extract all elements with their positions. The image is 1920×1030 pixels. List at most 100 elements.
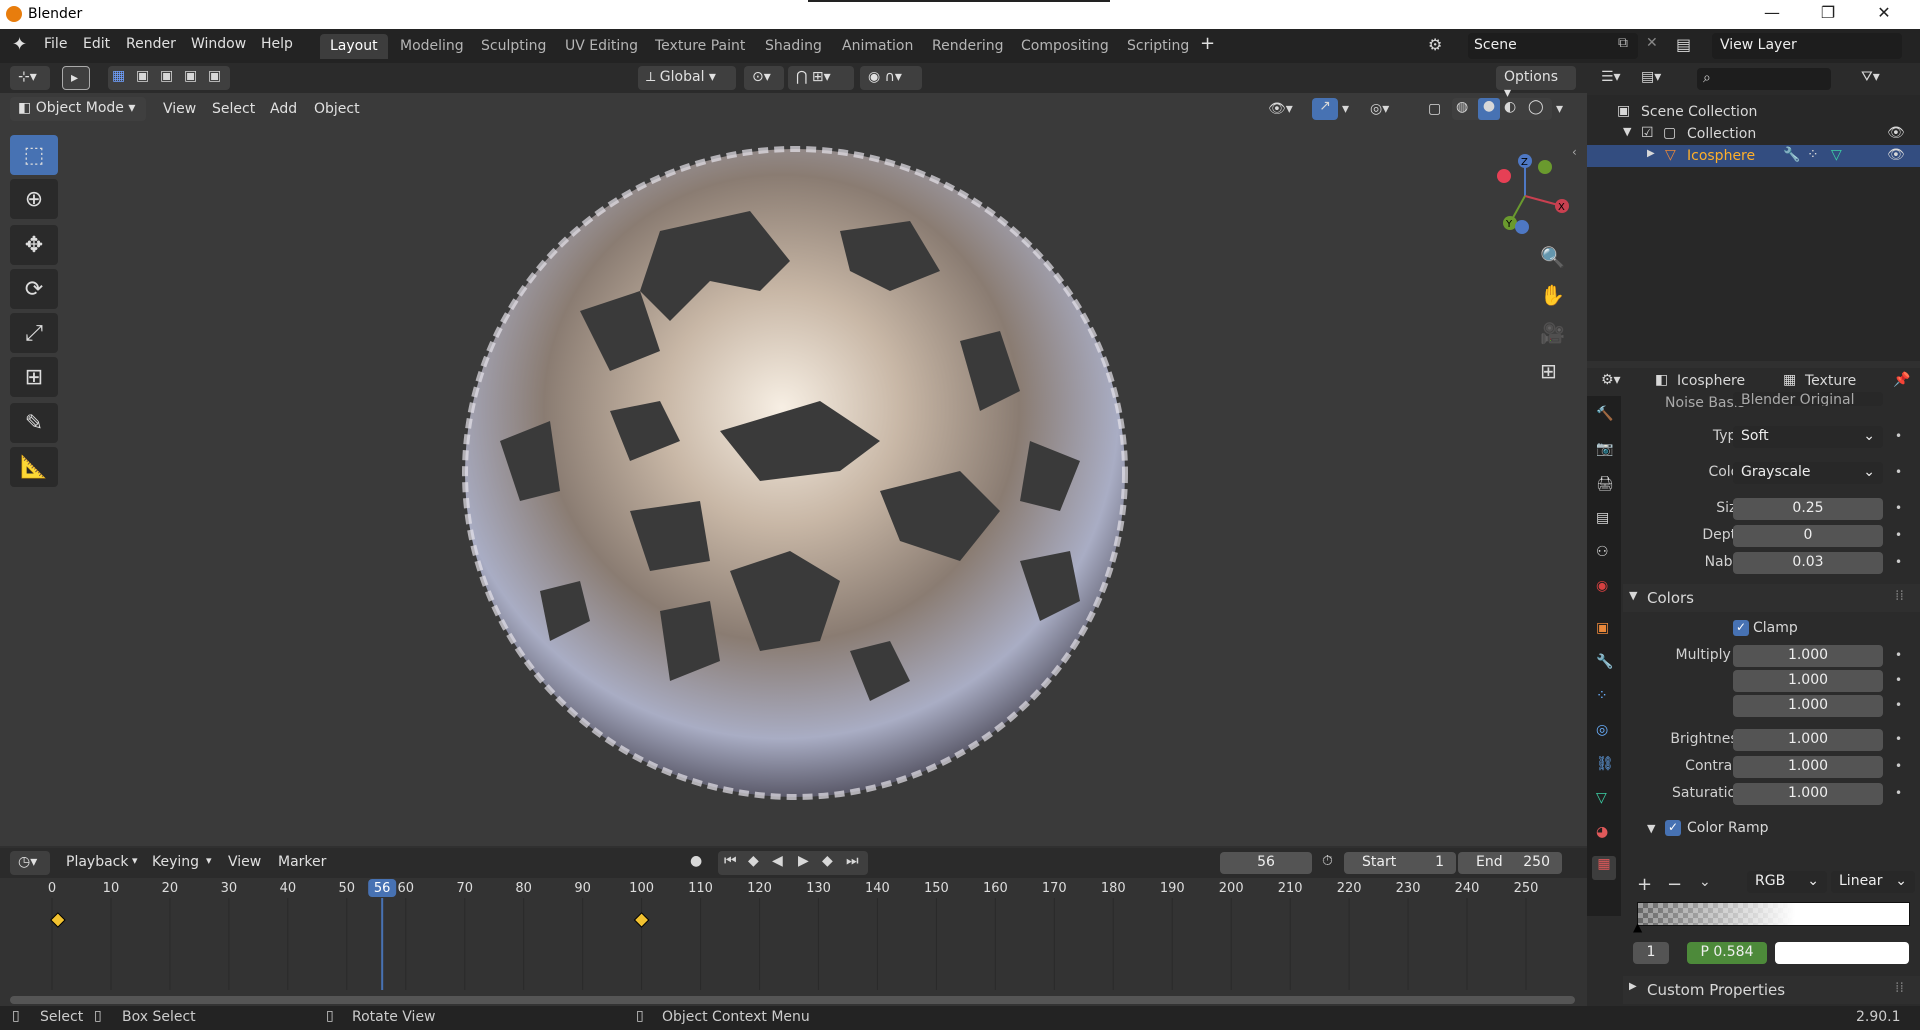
ramp-menu-icon[interactable]: ⌄ — [1699, 874, 1711, 890]
annotate-tool-icon[interactable]: ✎ — [10, 403, 58, 443]
ramp-stop-color-swatch[interactable] — [1775, 942, 1909, 964]
solid-shading-icon[interactable]: ● — [1478, 98, 1500, 120]
physics-tab-icon[interactable]: ◎ — [1596, 722, 1608, 738]
texture-tab-icon[interactable]: ▦ — [1592, 856, 1616, 880]
cursor-tool-icon[interactable]: ⊕ — [10, 179, 58, 219]
pin-icon[interactable]: 📌 — [1893, 372, 1910, 388]
copy-scene-icon[interactable]: ⧉ — [1618, 35, 1628, 51]
play-reverse-icon[interactable]: ◀ — [772, 853, 783, 869]
mode-intersect-icon[interactable]: ▣ — [208, 68, 221, 84]
size-field[interactable]: 0.25 — [1733, 498, 1883, 520]
ramp-add-icon[interactable]: + — [1637, 874, 1652, 895]
multiply-b-field[interactable]: 1.000 — [1733, 695, 1883, 717]
mode-new-icon[interactable]: ▦ — [112, 68, 125, 84]
jump-start-icon[interactable]: ⏮ — [724, 853, 737, 869]
render-tab-icon[interactable]: 📷 — [1596, 441, 1613, 457]
multiply-g-keyframe-dot[interactable]: • — [1895, 673, 1902, 687]
proportional-edit-icon[interactable]: ◉ ∩▾ — [860, 66, 922, 90]
menu-file[interactable]: File — [44, 36, 67, 52]
camera-view-icon[interactable]: 🎥 — [1540, 321, 1565, 345]
saturation-field[interactable]: 1.000 — [1733, 783, 1883, 805]
timeline-menu-playback[interactable]: Playback — [66, 854, 128, 870]
tab-texture-paint[interactable]: Texture Paint — [645, 34, 755, 59]
collection-visibility-icon[interactable]: 👁 — [1887, 125, 1905, 141]
multiply-g-field[interactable]: 1.000 — [1733, 670, 1883, 692]
icosphere-object[interactable] — [460, 141, 1140, 811]
tab-layout[interactable]: Layout — [320, 34, 388, 59]
editor-type-icon[interactable]: ⊹▾ — [10, 66, 50, 90]
depth-keyframe-dot[interactable]: • — [1895, 528, 1902, 542]
tab-scripting[interactable]: Scripting — [1117, 34, 1199, 59]
outliner-editor-icon[interactable]: ☰▾ — [1601, 69, 1621, 85]
ramp-stop-0-handle[interactable]: ▲ — [1633, 920, 1642, 934]
output-tab-icon[interactable]: 🖨 — [1596, 476, 1614, 492]
navigation-gizmo[interactable]: Z X Y — [1470, 151, 1580, 241]
collection-expand-icon[interactable]: ▼ — [1623, 125, 1631, 138]
clamp-checkbox[interactable]: ✓ Clamp — [1733, 620, 1883, 640]
color-dropdown[interactable]: Grayscale ⌄ — [1733, 462, 1883, 484]
snap-icon[interactable]: ⋂ ⊞▾ — [788, 66, 854, 90]
tab-sculpting[interactable]: Sculpting — [471, 34, 556, 59]
xray-icon[interactable]: ▢ — [1428, 101, 1441, 117]
outliner-row-icosphere[interactable]: ▶ ▽ Icosphere 🔧 ⁘ ▽ 👁 — [1587, 145, 1920, 167]
scale-tool-icon[interactable]: ⤢ — [10, 313, 58, 353]
contrast-keyframe-dot[interactable]: • — [1895, 759, 1902, 773]
depth-field[interactable]: 0 — [1733, 525, 1883, 547]
properties-editor-icon[interactable]: ⚙▾ — [1601, 372, 1621, 388]
mesh-data-icon[interactable]: ▽ — [1831, 147, 1842, 163]
particles-icon[interactable]: ⁘ — [1807, 147, 1819, 163]
noise-basis-dropdown[interactable]: Blender Original — [1733, 392, 1883, 406]
mode-dropdown[interactable]: ◧ Object Mode ▾ — [10, 97, 146, 121]
modifiers-tab-icon[interactable]: 🔧 — [1596, 654, 1613, 670]
3d-viewport[interactable]: ⊹▾ ▸ ▦ ▣ ▣ ▣ ▣ ⟂ Global ▾ ⊙▾ ⋂ ⊞▾ ◉ ∩▾ O… — [0, 63, 1587, 846]
filter-icon[interactable]: ⛛▾ — [1861, 69, 1880, 85]
type-dropdown[interactable]: Soft ⌄ — [1733, 426, 1883, 448]
pivot-point-icon[interactable]: ⊙▾ — [744, 66, 784, 90]
outliner-row-collection[interactable]: ▼ ☑ ▢ Collection 👁 — [1587, 123, 1920, 145]
pan-hand-icon[interactable]: ✋ — [1540, 283, 1565, 307]
wireframe-shading-icon[interactable]: ◍ — [1456, 99, 1468, 115]
brightness-keyframe-dot[interactable]: • — [1895, 732, 1902, 746]
minimize-button[interactable]: — — [1752, 3, 1792, 22]
material-tab-icon[interactable]: ◕ — [1596, 824, 1608, 840]
play-icon[interactable]: ▶ — [798, 853, 809, 869]
overlay-icon[interactable]: ◎▾ — [1370, 101, 1389, 117]
display-mode-icon[interactable]: ▤▾ — [1641, 69, 1661, 85]
add-workspace-icon[interactable]: + — [1200, 33, 1215, 54]
icosphere-expand-icon[interactable]: ▶ — [1647, 148, 1655, 159]
saturation-keyframe-dot[interactable]: • — [1895, 786, 1902, 800]
vp-menu-add[interactable]: Add — [270, 101, 297, 117]
move-tool-icon[interactable]: ✥ — [10, 225, 58, 265]
modifier-icon[interactable]: 🔧 — [1783, 147, 1800, 163]
type-keyframe-dot[interactable]: • — [1895, 429, 1902, 443]
shading-mode-buttons[interactable]: ◍ ● ◐ ◯ — [1452, 98, 1552, 120]
zoom-icon[interactable]: 🔍 — [1540, 245, 1565, 269]
perspective-grid-icon[interactable]: ⊞ — [1540, 359, 1557, 383]
icosphere-visibility-icon[interactable]: 👁 — [1887, 147, 1905, 163]
mode-invert-icon[interactable]: ▣ — [184, 68, 197, 84]
vp-menu-object[interactable]: Object — [314, 101, 360, 117]
collection-checkbox[interactable]: ☑ — [1641, 125, 1654, 141]
tab-modeling[interactable]: Modeling — [390, 34, 474, 59]
menu-window[interactable]: Window — [191, 36, 246, 52]
rendered-shading-icon[interactable]: ◯ — [1528, 99, 1544, 115]
keyframe-marker[interactable] — [633, 912, 650, 928]
end-frame-field[interactable]: End 250 — [1458, 852, 1562, 874]
mode-subtract-icon[interactable]: ▣ — [160, 68, 173, 84]
tab-uv-editing[interactable]: UV Editing — [555, 34, 648, 59]
timeline-menu-marker[interactable]: Marker — [278, 854, 326, 870]
nabla-keyframe-dot[interactable]: • — [1895, 555, 1902, 569]
remove-scene-icon[interactable]: ✕ — [1646, 35, 1658, 51]
next-keyframe-icon[interactable]: ◆ — [822, 853, 833, 869]
ramp-color-mode-dropdown[interactable]: RGB ⌄ — [1747, 871, 1827, 893]
timeline-menu-keying[interactable]: Keying — [152, 854, 199, 870]
view-layer-selector[interactable]: ▤ View Layer — [1672, 33, 1902, 59]
mode-extend-icon[interactable]: ▣ — [136, 68, 149, 84]
tab-animation[interactable]: Animation — [832, 34, 923, 59]
ramp-stop-index[interactable]: 1 — [1633, 942, 1669, 964]
timeline-area[interactable]: 0 10 20 30 40 50 60 70 80 90 100 110 120 130 140 150 160… — [0, 878, 1587, 1008]
ramp-remove-icon[interactable]: − — [1667, 874, 1682, 895]
multiply-b-keyframe-dot[interactable]: • — [1895, 698, 1902, 712]
record-icon[interactable]: ● — [690, 853, 702, 869]
select-box-tool-icon[interactable]: ⬚ — [10, 135, 58, 175]
